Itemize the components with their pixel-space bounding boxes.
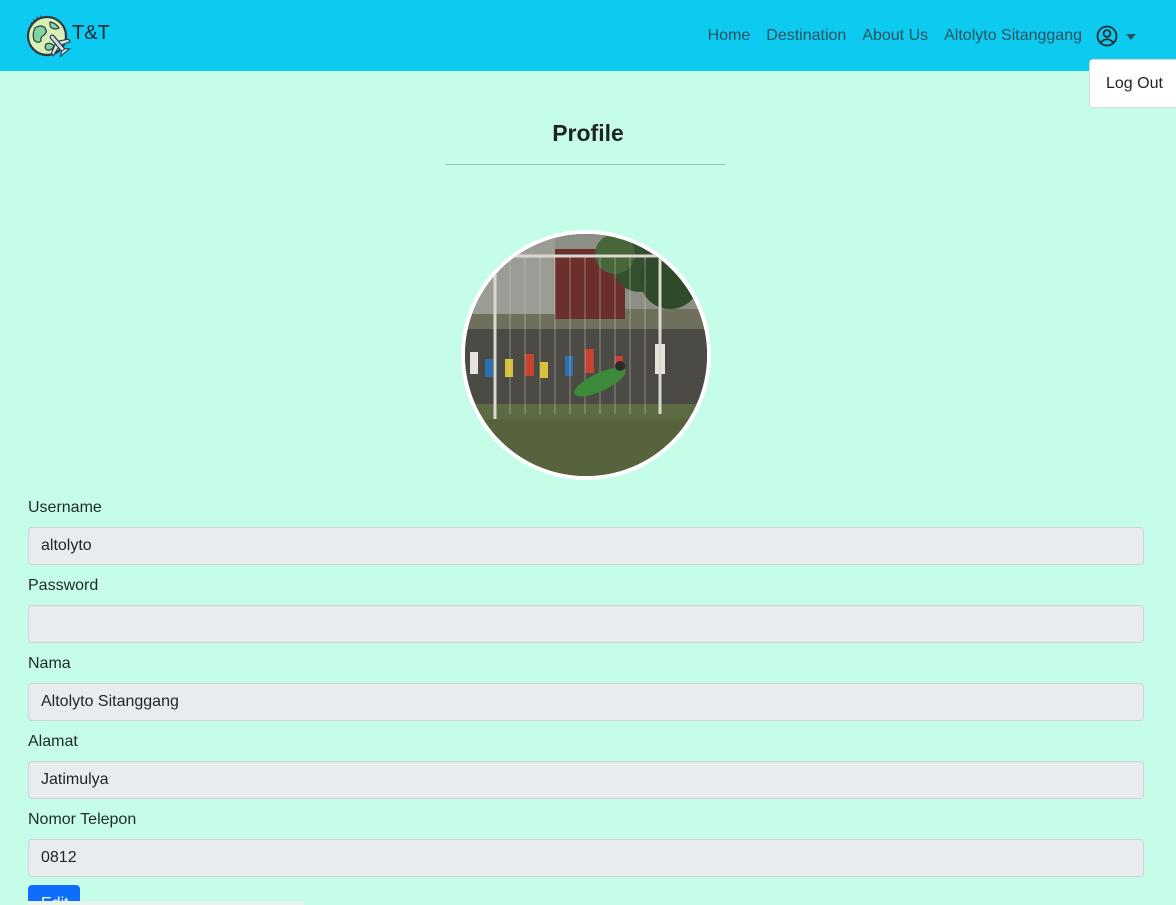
nav-link-home[interactable]: Home (708, 27, 751, 45)
profile-avatar (461, 230, 711, 480)
chevron-down-icon (1126, 33, 1136, 40)
bottom-overlay-strip (28, 901, 304, 905)
globe-plane-logo-icon (26, 15, 72, 58)
user-circle-icon (1096, 25, 1118, 46)
username-input[interactable] (28, 527, 1144, 565)
nama-input[interactable] (28, 683, 1144, 721)
alamat-input[interactable] (28, 761, 1144, 799)
nav-user-name[interactable]: Altolyto Sitanggang (944, 27, 1082, 45)
user-dropdown-menu: Log Out (1089, 59, 1176, 108)
avatar-photo (465, 234, 707, 476)
brand-name: T&T (72, 22, 110, 44)
nav-link-about-us[interactable]: About Us (862, 27, 928, 45)
brand[interactable]: T&T (26, 14, 110, 58)
page-title: Profile (552, 120, 624, 146)
password-input[interactable] (28, 605, 1144, 643)
nav-link-destination[interactable]: Destination (766, 27, 846, 45)
navbar: T&T Home Destination About Us Altolyto S… (0, 0, 1176, 71)
title-divider (446, 164, 725, 165)
logout-menu-item[interactable]: Log Out (1106, 75, 1163, 93)
telepon-label: Nomor Telepon (28, 811, 137, 828)
user-menu-toggle[interactable] (1096, 25, 1136, 47)
username-label: Username (28, 499, 102, 516)
nav-links: Home Destination About Us Altolyto Sitan… (692, 0, 1136, 71)
alamat-label: Alamat (28, 733, 78, 750)
telepon-input[interactable] (28, 839, 1144, 877)
nama-label: Nama (28, 655, 71, 672)
password-label: Password (28, 577, 99, 594)
